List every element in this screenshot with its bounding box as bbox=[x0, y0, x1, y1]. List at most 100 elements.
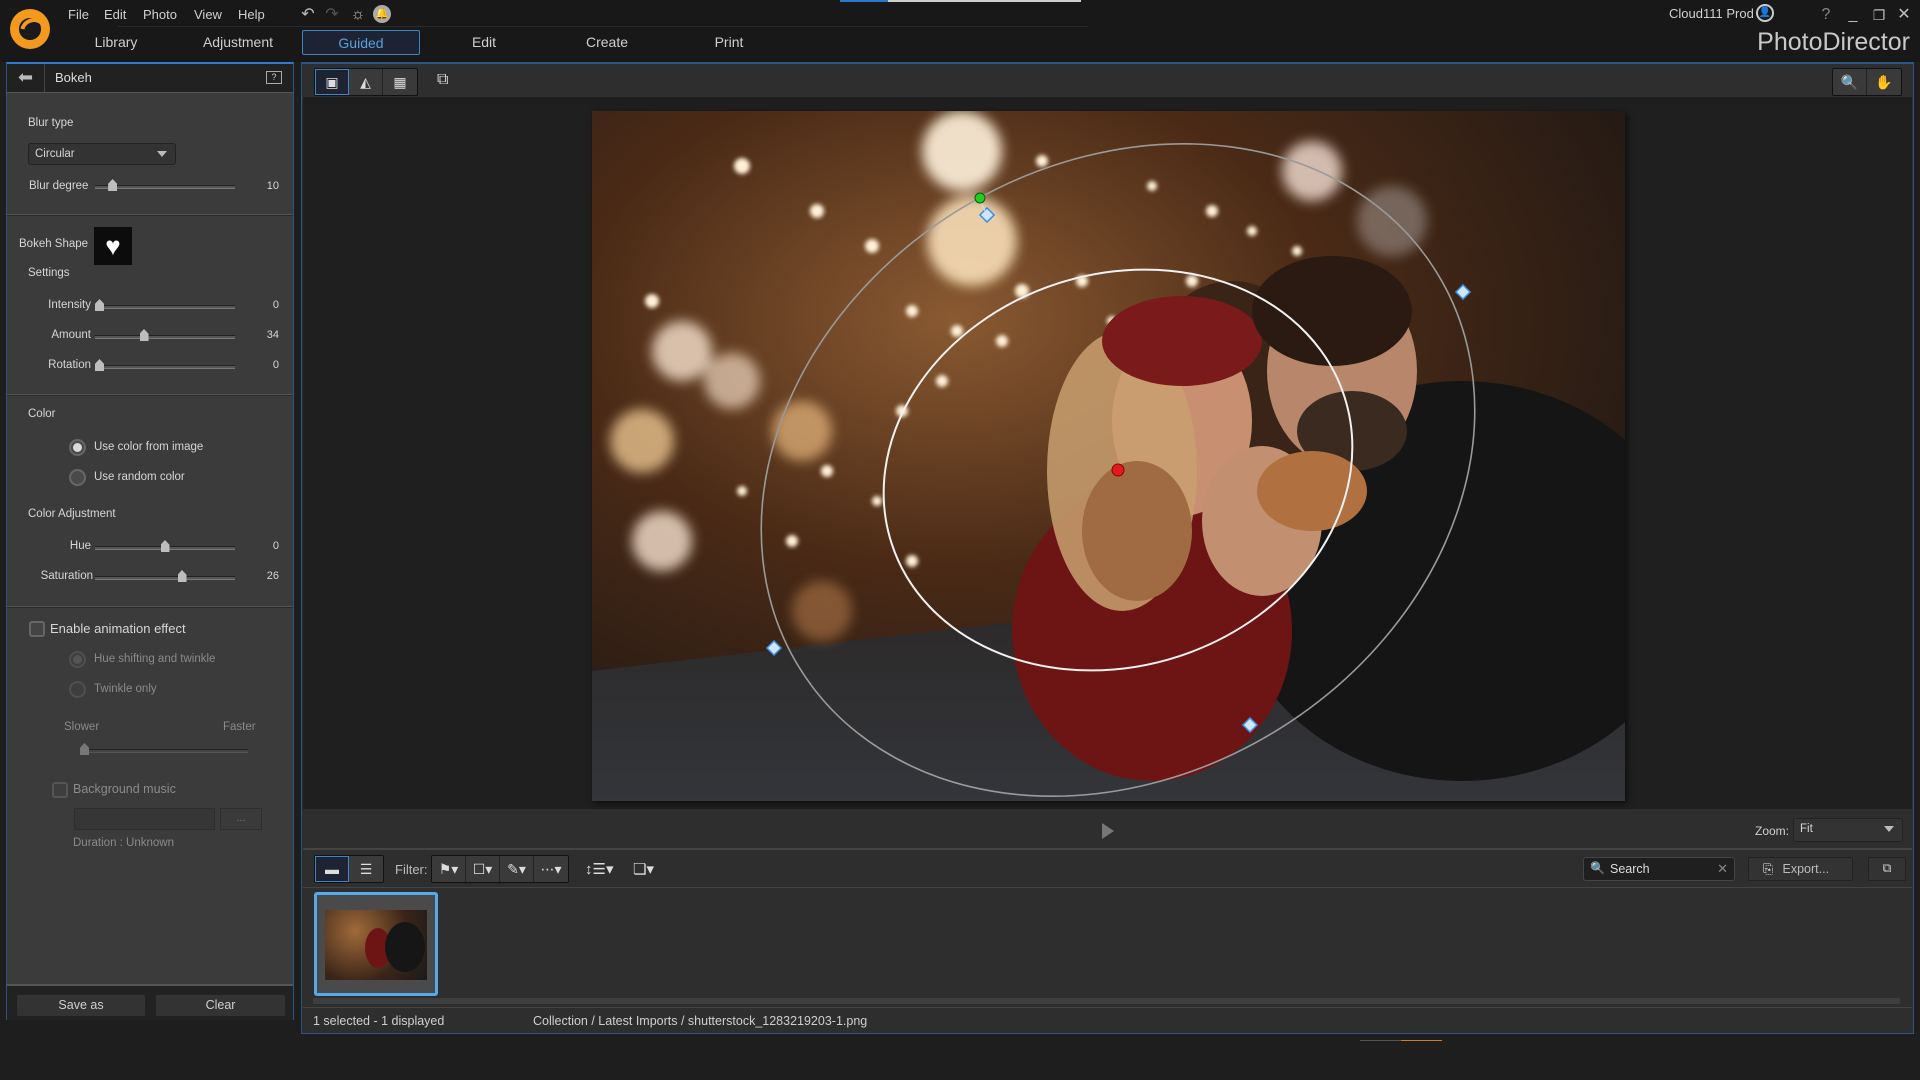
radio-use-random-color[interactable] bbox=[69, 469, 86, 486]
blur-degree-slider[interactable] bbox=[95, 179, 235, 191]
tab-guided[interactable]: Guided bbox=[302, 30, 420, 55]
zoom-value: Fit bbox=[1800, 823, 1813, 835]
rotation-label: Rotation bbox=[48, 359, 91, 371]
slider-thumb[interactable] bbox=[95, 299, 104, 311]
play-icon[interactable] bbox=[1102, 823, 1114, 839]
viewer-single-icon[interactable]: ◭ bbox=[349, 69, 383, 95]
menu-edit[interactable]: Edit bbox=[104, 7, 126, 22]
outer-feather-ellipse[interactable] bbox=[638, 97, 1597, 809]
slider-thumb[interactable] bbox=[177, 570, 187, 582]
photo-thumbnail[interactable] bbox=[314, 892, 438, 996]
enable-animation-checkbox[interactable] bbox=[29, 621, 45, 637]
enable-animation-label[interactable]: Enable animation effect bbox=[50, 621, 186, 636]
menu-photo[interactable]: Photo bbox=[143, 7, 177, 22]
help-icon[interactable]: ? bbox=[1816, 5, 1836, 25]
export-button[interactable]: ⎘ Export... bbox=[1748, 857, 1853, 881]
slider-thumb[interactable] bbox=[160, 540, 170, 552]
redo-icon[interactable]: ↷ bbox=[322, 5, 342, 25]
grid-icon[interactable]: ▦ bbox=[383, 69, 417, 95]
sort-icon[interactable]: ↕☰▾ bbox=[585, 860, 613, 878]
photodirector-logo bbox=[10, 9, 50, 49]
browse-music-button[interactable]: ... bbox=[220, 808, 262, 830]
magnifier-icon[interactable]: 🔍 bbox=[1833, 69, 1867, 95]
tab-adjustment[interactable]: Adjustment bbox=[190, 30, 286, 55]
more-filter-icon[interactable]: ⋯▾ bbox=[534, 856, 568, 882]
ellipse-resize-handle[interactable] bbox=[1241, 716, 1259, 734]
menu-file[interactable]: File bbox=[68, 7, 89, 22]
use-random-color-label[interactable]: Use random color bbox=[94, 471, 185, 483]
minimize-icon[interactable]: _ bbox=[1843, 5, 1863, 25]
use-color-from-image-label[interactable]: Use color from image bbox=[94, 441, 203, 453]
filter-group: ⚑▾ ☐▾ ✎▾ ⋯▾ bbox=[431, 855, 569, 883]
compare-icon[interactable]: ⧉ bbox=[437, 71, 463, 91]
amount-value: 34 bbox=[266, 329, 279, 341]
radio-use-color-from-image[interactable] bbox=[69, 439, 86, 456]
close-icon[interactable]: ✕ bbox=[1894, 5, 1914, 25]
edit-filter-icon[interactable]: ✎▾ bbox=[500, 856, 534, 882]
photo-viewer[interactable] bbox=[303, 97, 1912, 809]
slider-thumb[interactable] bbox=[95, 359, 104, 371]
slider-thumb[interactable] bbox=[139, 329, 149, 341]
clear-search-icon[interactable]: ✕ bbox=[1717, 861, 1728, 877]
slider-thumb[interactable] bbox=[80, 743, 89, 755]
intensity-value: 0 bbox=[272, 299, 279, 311]
viewer-filmstrip-icon[interactable]: ▣ bbox=[315, 69, 349, 95]
back-arrow-icon[interactable]: ⬅ bbox=[7, 64, 45, 92]
music-file-field[interactable] bbox=[74, 808, 215, 830]
clear-button[interactable]: Clear bbox=[155, 994, 286, 1017]
tab-edit[interactable]: Edit bbox=[440, 30, 528, 55]
notification-icon[interactable]: 🔔 bbox=[373, 5, 391, 23]
top-progress-bar bbox=[840, 0, 1081, 2]
rotation-slider[interactable] bbox=[95, 359, 235, 371]
account-icon[interactable]: 👤 bbox=[1756, 4, 1774, 22]
user-name[interactable]: Cloud111 Prod bbox=[1669, 6, 1754, 21]
save-as-button[interactable]: Save as bbox=[16, 994, 146, 1017]
ellipse-resize-handle[interactable] bbox=[765, 639, 783, 657]
bottom-progress-fill bbox=[1401, 1040, 1442, 1041]
zoom-dropdown[interactable]: Fit bbox=[1793, 818, 1903, 842]
restore-icon[interactable]: ❐ bbox=[1869, 5, 1889, 25]
saturation-slider[interactable] bbox=[95, 570, 235, 582]
panel-title: Bokeh bbox=[55, 70, 92, 85]
slider-thumb[interactable] bbox=[108, 179, 118, 191]
search-box[interactable]: 🔍 Search ✕ bbox=[1583, 857, 1735, 881]
menu-separator bbox=[118, 26, 1088, 27]
help-tutorial-icon[interactable]: ? bbox=[266, 71, 282, 84]
background-music-checkbox[interactable] bbox=[52, 782, 68, 798]
heart-shape-icon[interactable]: ♥ bbox=[94, 227, 132, 265]
radio-twinkle-only[interactable] bbox=[69, 681, 86, 698]
menu-help[interactable]: Help bbox=[238, 7, 265, 22]
main-panel: ▣ ◭ ▦ ⧉ 🔍 ✋ Zoom: Fit ▬ ☰ Filter: ⚑▾ ☐▾ … bbox=[301, 62, 1914, 1034]
hue-value: 0 bbox=[272, 540, 279, 552]
duration-label: Duration : Unknown bbox=[73, 837, 174, 849]
open-external-icon[interactable]: ⧉ bbox=[1868, 857, 1906, 881]
tab-print[interactable]: Print bbox=[685, 30, 773, 55]
tab-library[interactable]: Library bbox=[72, 30, 160, 55]
ellipse-resize-handle[interactable] bbox=[1454, 283, 1472, 301]
faster-label: Faster bbox=[223, 721, 256, 733]
flag-filter-icon[interactable]: ⚑▾ bbox=[432, 856, 466, 882]
amount-slider[interactable] bbox=[95, 329, 235, 341]
search-input[interactable]: Search bbox=[1610, 862, 1650, 876]
filmstrip-view-icon[interactable]: ▬ bbox=[315, 856, 349, 882]
tab-create[interactable]: Create bbox=[562, 30, 652, 55]
stack-icon[interactable]: ❏▾ bbox=[633, 860, 654, 878]
color-label-filter-icon[interactable]: ☐▾ bbox=[466, 856, 500, 882]
settings-icon[interactable]: ☼ bbox=[348, 5, 368, 25]
animation-speed-slider[interactable] bbox=[80, 743, 248, 755]
rotation-handle[interactable] bbox=[974, 192, 986, 204]
saturation-value: 26 bbox=[266, 570, 279, 582]
status-bar: 1 selected - 1 displayed Collection / La… bbox=[303, 1007, 1912, 1033]
list-view-icon[interactable]: ☰ bbox=[349, 856, 383, 882]
radio-hue-shifting-twinkle[interactable] bbox=[69, 651, 86, 668]
focus-center-handle[interactable] bbox=[1111, 463, 1125, 477]
hand-icon[interactable]: ✋ bbox=[1867, 69, 1901, 95]
filmstrip-scrollbar[interactable] bbox=[313, 998, 1900, 1004]
blur-type-dropdown[interactable]: Circular bbox=[28, 143, 176, 165]
undo-icon[interactable]: ↶ bbox=[298, 5, 318, 25]
bokeh-shape-label: Bokeh Shape bbox=[19, 238, 89, 250]
saturation-label: Saturation bbox=[40, 570, 93, 582]
intensity-slider[interactable] bbox=[95, 299, 235, 311]
hue-slider[interactable] bbox=[95, 540, 235, 552]
menu-view[interactable]: View bbox=[194, 7, 222, 22]
